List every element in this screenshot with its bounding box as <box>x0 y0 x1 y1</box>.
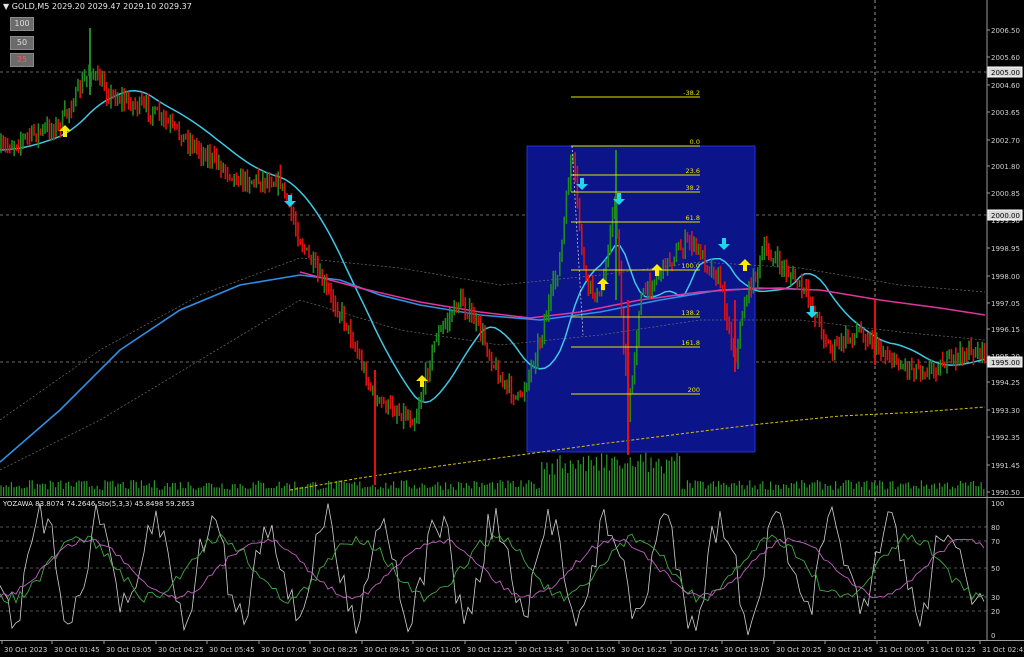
time-label: 30 Oct 05:45 <box>209 646 255 654</box>
price-label: 1994.25 <box>991 379 1020 387</box>
time-label: 30 Oct 11:05 <box>415 646 461 654</box>
time-label: 30 Oct 16:25 <box>621 646 667 654</box>
symbol-header: ▼ GOLD,M5 2029.20 2029.47 2029.10 2029.3… <box>3 2 192 11</box>
time-label: 30 Oct 2023 <box>4 646 47 654</box>
time-label: 30 Oct 09:45 <box>364 646 410 654</box>
fib-level-label: 23.6 <box>686 167 700 175</box>
price-label: 2000.85 <box>991 190 1020 198</box>
chart-canvas[interactable]: -38.20.023.638.261.8100.0138.2161.8200 2… <box>0 0 1024 657</box>
osc-label: 20 <box>991 608 1000 616</box>
price-tag-label: 1995.00 <box>991 359 1020 367</box>
price-label: 2004.60 <box>991 82 1020 90</box>
fib-level-label: 38.2 <box>686 184 700 192</box>
price-label: 1998.95 <box>991 245 1020 253</box>
sell-arrow-icon <box>284 195 296 207</box>
price-label: 2001.80 <box>991 163 1020 171</box>
zoom-100-button[interactable]: 100 <box>10 17 34 31</box>
zoom-25-button[interactable]: 25 <box>10 53 34 67</box>
fib-level-label: 100.0 <box>681 262 700 270</box>
fib-level-label: 0.0 <box>690 138 700 146</box>
time-label: 30 Oct 21:45 <box>827 646 873 654</box>
time-label: 30 Oct 04:25 <box>158 646 204 654</box>
price-tag-label: 2000.00 <box>991 212 1020 220</box>
fib-level-label: 161.8 <box>681 339 700 347</box>
fib-level-label: 138.2 <box>681 309 700 317</box>
price-label: 2003.65 <box>991 109 1020 117</box>
zoom-50-button[interactable]: 50 <box>10 36 34 50</box>
osc-label: 0 <box>991 632 995 640</box>
price-label: 2005.60 <box>991 54 1020 62</box>
oscillator-lines <box>0 502 985 636</box>
chart-window[interactable]: -38.2 0.0 23.6 38.2 61.8 100.0 138.2 161.8 200 2… <box>0 0 1024 657</box>
time-label: 30 Oct 07:05 <box>261 646 307 654</box>
time-label: 30 Oct 20:25 <box>776 646 822 654</box>
time-label: 30 Oct 12:25 <box>467 646 513 654</box>
price-label: 2006.50 <box>991 27 1020 35</box>
price-label: 1991.45 <box>991 462 1020 470</box>
price-label: 1998.00 <box>991 273 1020 281</box>
time-label: 30 Oct 17:45 <box>673 646 719 654</box>
indicator-header: YOZAWA 83.8074 74.2646 Sto(5,3,3) 45.849… <box>3 500 195 508</box>
price-label: 2002.70 <box>991 137 1020 145</box>
time-label: 30 Oct 15:05 <box>570 646 616 654</box>
time-label: 31 Oct 02:45 <box>982 646 1024 654</box>
ma-bands <box>0 257 986 471</box>
time-label: 30 Oct 03:05 <box>106 646 152 654</box>
price-label: 1992.35 <box>991 434 1020 442</box>
ma-fast-line <box>0 90 986 404</box>
band-lower <box>0 299 986 471</box>
time-label: 30 Oct 01:45 <box>54 646 100 654</box>
time-label: 30 Oct 08:25 <box>312 646 358 654</box>
osc-label: 70 <box>991 538 1000 546</box>
time-label: 31 Oct 01:25 <box>930 646 976 654</box>
time-label: 31 Oct 00:05 <box>879 646 925 654</box>
stoch-signal-line <box>0 537 985 600</box>
price-label: 1997.05 <box>991 300 1020 308</box>
fib-level-label: 200 <box>688 386 700 394</box>
stoch-main-line <box>0 532 985 604</box>
osc-label: 100 <box>991 500 1004 508</box>
time-label: 30 Oct 19:05 <box>724 646 770 654</box>
fib-level-label: -38.2 <box>683 89 700 97</box>
osc-label: 80 <box>991 524 1000 532</box>
price-label: 1990.50 <box>991 489 1020 497</box>
fib-level-label: 61.8 <box>686 214 700 222</box>
price-tag-label: 2005.00 <box>991 69 1020 77</box>
time-label: 30 Oct 13:45 <box>518 646 564 654</box>
osc-label: 50 <box>991 565 1000 573</box>
yozawa-line <box>0 502 985 636</box>
moving-averages <box>0 90 986 491</box>
price-label: 1996.15 <box>991 326 1020 334</box>
price-label: 1993.30 <box>991 407 1020 415</box>
volume-bars <box>0 452 985 496</box>
osc-label: 30 <box>991 594 1000 602</box>
